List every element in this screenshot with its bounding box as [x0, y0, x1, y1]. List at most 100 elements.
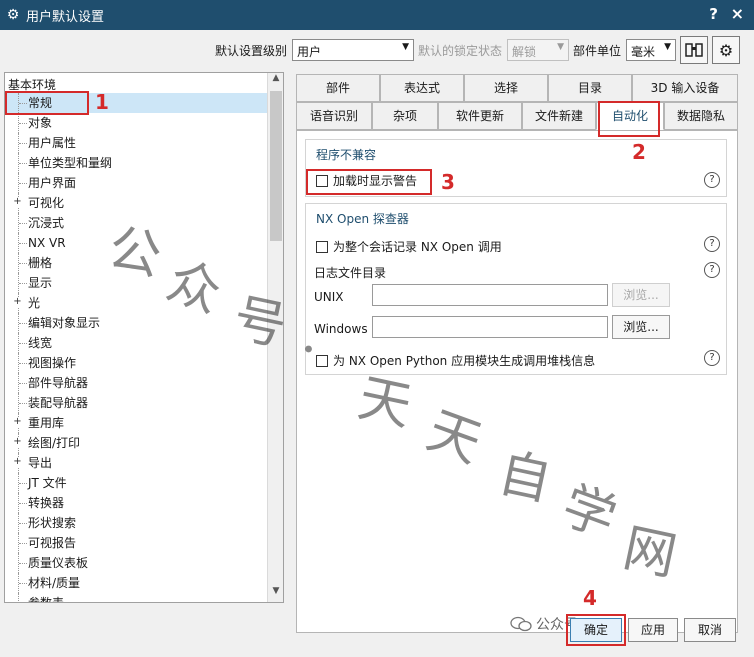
- windows-path-input[interactable]: [372, 316, 608, 338]
- tree-item[interactable]: 视图操作: [5, 353, 268, 373]
- tree-branch-line: [19, 143, 27, 144]
- tree-item-label: 单位类型和量纲: [28, 156, 113, 170]
- scroll-up-icon[interactable]: ▲: [268, 73, 283, 89]
- expand-icon[interactable]: +: [13, 297, 22, 307]
- checkbox-box[interactable]: [316, 354, 328, 367]
- tree-branch-line: [19, 523, 27, 524]
- tree-item-label: 质量仪表板: [28, 556, 89, 570]
- tree-item[interactable]: 用户界面: [5, 173, 268, 193]
- wechat-icon: [510, 616, 532, 632]
- scroll-thumb[interactable]: [270, 91, 282, 241]
- apply-button[interactable]: 应用: [628, 618, 678, 642]
- tree-item[interactable]: 质量仪表板: [5, 553, 268, 573]
- tree-branch-line: [19, 483, 27, 484]
- tree-item-label: 导出: [28, 456, 53, 470]
- help-icon[interactable]: ?: [704, 350, 720, 366]
- annotation-number-3: 3: [441, 170, 455, 194]
- tree-scrollbar[interactable]: ▲ ▼: [267, 73, 283, 602]
- python-stack-checkbox[interactable]: 为 NX Open Python 应用模块生成调用堆栈信息: [316, 352, 595, 369]
- tree-branch-line: [19, 123, 27, 124]
- tree-item-label: 绘图/打印: [28, 436, 81, 450]
- tree-item[interactable]: 编辑对象显示: [5, 313, 268, 333]
- tab[interactable]: 3D 输入设备: [632, 74, 738, 102]
- tree-item-label: 线宽: [28, 336, 53, 350]
- tree-item[interactable]: JT 文件: [5, 473, 268, 493]
- unit-select[interactable]: 毫米 ▼: [626, 39, 676, 61]
- tab[interactable]: 语音识别: [296, 102, 372, 130]
- help-icon[interactable]: ?: [704, 262, 720, 278]
- tree-item[interactable]: 显示: [5, 273, 268, 293]
- title-bar: ⚙ 用户默认设置 ? ×: [0, 0, 754, 30]
- tree-item[interactable]: 装配导航器: [5, 393, 268, 413]
- tree-item-label: 可视化: [28, 196, 65, 210]
- category-tree[interactable]: 基本环境 常规 对象 用户属性 单位类型和量纲 用户界面 + 可视化 沉浸式 NX VR 栅格 显示…: [4, 72, 284, 603]
- tree-item[interactable]: 单位类型和量纲: [5, 153, 268, 173]
- tab[interactable]: 文件新建: [522, 102, 596, 130]
- tab[interactable]: 目录: [548, 74, 632, 102]
- tree-item[interactable]: 栅格: [5, 253, 268, 273]
- tree-item[interactable]: + 重用库: [5, 413, 268, 433]
- log-dir-label: 日志文件目录: [314, 266, 387, 280]
- unix-browse-button[interactable]: 浏览...: [612, 283, 670, 307]
- tree-items: 常规 对象 用户属性 单位类型和量纲 用户界面 + 可视化 沉浸式 NX VR 栅格 显示 + 光编辑对…: [5, 93, 268, 602]
- group-title-nxopen: NX Open 探查器: [316, 212, 409, 226]
- scroll-down-icon[interactable]: ▼: [268, 586, 283, 602]
- lock-select[interactable]: 解锁 ▼: [507, 39, 569, 61]
- settings-row: 默认设置级别 用户 ▼ 默认的锁定状态 解锁 ▼ 部件单位 毫米 ▼ ⚙: [0, 36, 754, 64]
- help-icon[interactable]: ?: [704, 172, 720, 188]
- tree-branch-line: [19, 563, 27, 564]
- tree-item-label: 部件导航器: [28, 376, 89, 390]
- tree-item[interactable]: + 光: [5, 293, 268, 313]
- tree-item[interactable]: 用户属性: [5, 133, 268, 153]
- window-title: 用户默认设置: [26, 9, 105, 25]
- tab[interactable]: 表达式: [380, 74, 464, 102]
- gear-settings-button[interactable]: ⚙: [712, 36, 740, 64]
- tree-item-label: 可视报告: [28, 536, 77, 550]
- tree-item-label: 沉浸式: [28, 216, 65, 230]
- tree-item[interactable]: 参数表: [5, 593, 268, 602]
- cancel-button[interactable]: 取消: [684, 618, 736, 642]
- help-icon[interactable]: ?: [704, 236, 720, 252]
- windows-browse-button[interactable]: 浏览...: [612, 315, 670, 339]
- tree-item[interactable]: 材料/质量: [5, 573, 268, 593]
- tree-item-label: NX VR: [28, 236, 66, 250]
- tree-item[interactable]: 可视报告: [5, 533, 268, 553]
- tab[interactable]: 数据隐私: [664, 102, 738, 130]
- tree-item[interactable]: 部件导航器: [5, 373, 268, 393]
- tree-item[interactable]: 转换器: [5, 493, 268, 513]
- tree-branch-line: [19, 583, 27, 584]
- lock-label: 默认的锁定状态: [418, 44, 503, 58]
- tree-branch-line: [19, 183, 27, 184]
- tree-item[interactable]: 对象: [5, 113, 268, 133]
- tree-item[interactable]: + 绘图/打印: [5, 433, 268, 453]
- tree-item[interactable]: 沉浸式: [5, 213, 268, 233]
- group-title-incompatibility: 程序不兼容: [316, 148, 377, 162]
- unix-path-input[interactable]: [372, 284, 608, 306]
- windows-label: Windows: [314, 322, 368, 336]
- tree-branch-line: [19, 363, 27, 364]
- tree-item-label: 对象: [28, 116, 53, 130]
- tree-item[interactable]: + 可视化: [5, 193, 268, 213]
- tab[interactable]: 部件: [296, 74, 380, 102]
- checkbox-box[interactable]: [316, 240, 328, 253]
- expand-icon[interactable]: +: [13, 457, 22, 467]
- tree-item[interactable]: + 导出: [5, 453, 268, 473]
- tab[interactable]: 软件更新: [438, 102, 522, 130]
- tab[interactable]: 杂项: [372, 102, 438, 130]
- close-button[interactable]: ×: [731, 4, 744, 23]
- level-select[interactable]: 用户 ▼: [292, 39, 414, 61]
- tab[interactable]: 选择: [464, 74, 548, 102]
- tree-branch-line: [19, 323, 27, 324]
- help-button[interactable]: ?: [709, 5, 718, 23]
- tree-item[interactable]: 线宽: [5, 333, 268, 353]
- tree-item[interactable]: 形状搜索: [5, 513, 268, 533]
- expand-icon[interactable]: +: [13, 197, 22, 207]
- expand-icon[interactable]: +: [13, 437, 22, 447]
- expand-icon[interactable]: +: [13, 417, 22, 427]
- binoculars-icon: [685, 43, 703, 57]
- binoculars-button[interactable]: [680, 36, 708, 64]
- tree-branch-line: [19, 163, 27, 164]
- tree-item[interactable]: NX VR: [5, 233, 268, 253]
- tree-branch-line: [19, 223, 27, 224]
- record-nxopen-checkbox[interactable]: 为整个会话记录 NX Open 调用: [316, 238, 502, 255]
